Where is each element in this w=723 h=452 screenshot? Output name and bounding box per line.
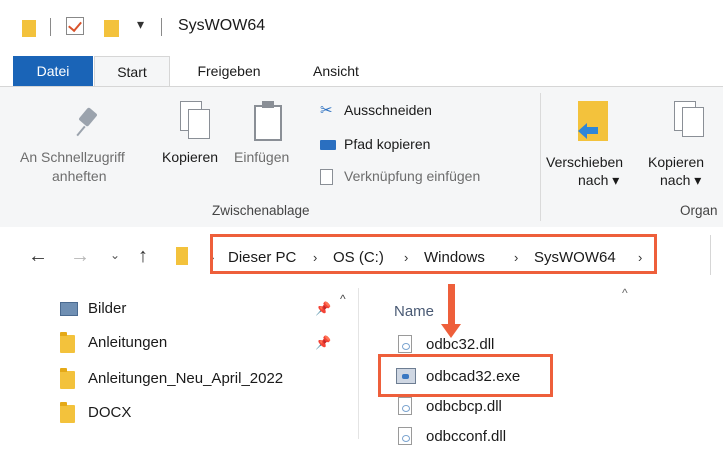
annotation-arrow-shaft [448, 284, 455, 326]
folder-icon [60, 332, 75, 353]
pin-icon [76, 107, 98, 139]
cut-button[interactable]: ✂ Ausschneiden [318, 101, 468, 123]
copy-label: Kopieren [162, 149, 219, 165]
forward-arrow-icon[interactable]: → [70, 245, 90, 268]
tab-datei[interactable]: Datei [13, 56, 93, 86]
tab-ansicht[interactable]: Ansicht [294, 56, 378, 86]
copy-path-label: Pfad kopieren [344, 136, 431, 152]
ribbon: An Schnellzugriff anheften Kopieren Einf… [0, 86, 723, 228]
new-folder-icon[interactable] [104, 17, 119, 37]
file-name: odbcconf.dll [426, 428, 507, 445]
tab-start[interactable]: Start [94, 56, 170, 87]
properties-icon[interactable] [66, 17, 84, 35]
sort-indicator-icon: ^ [622, 286, 628, 300]
nav-item-label: Bilder [88, 300, 127, 317]
file-name: odbcbcp.dll [426, 398, 502, 415]
tab-freigeben[interactable]: Freigeben [180, 56, 278, 86]
recent-locations-icon[interactable]: ⌄ [110, 248, 120, 262]
nav-item-label: Anleitungen_Neu_April_2022 [88, 370, 284, 387]
nav-item-label: DOCX [88, 404, 132, 421]
folder-icon[interactable] [22, 17, 36, 37]
organize-group-label: Organ [680, 203, 718, 218]
nav-item-label: Anleitungen [88, 334, 168, 351]
folder-icon [60, 368, 75, 389]
folder-icon [60, 402, 75, 423]
dll-file-icon [398, 397, 412, 415]
customize-quick-access-icon[interactable]: ▾ [137, 16, 144, 33]
copy-to-icon [674, 101, 704, 141]
pin-to-quick-access-button[interactable]: An Schnellzugriff anheften [20, 97, 160, 197]
pin-label-line1: An Schnellzugriff [20, 149, 125, 165]
ribbon-tabs: Datei Start Freigeben Ansicht [0, 56, 723, 87]
separator [161, 18, 162, 36]
pane-divider[interactable] [358, 288, 359, 439]
title-bar: ▾ SysWOW64 [0, 0, 723, 56]
nav-item-anleitungen[interactable]: Anleitungen 📌 [60, 328, 340, 358]
address-highlight-box [210, 234, 657, 274]
scissors-icon: ✂ [320, 102, 333, 119]
move-to-label-line1: Verschieben [546, 154, 624, 170]
clipboard-icon [254, 101, 284, 141]
file-name: odbc32.dll [426, 336, 495, 353]
clipboard-group-label: Zwischenablage [212, 203, 310, 218]
paste-button[interactable]: Einfügen [234, 97, 310, 187]
nav-item-anleitungen-neu[interactable]: Anleitungen_Neu_April_2022 [60, 364, 340, 394]
copy-to-label-line1: Kopieren [648, 154, 705, 170]
paste-shortcut-button[interactable]: Verknüpfung einfügen [318, 167, 528, 189]
dll-file-icon [398, 335, 412, 353]
pin-label-line2: anheften [52, 168, 107, 184]
address-bar-divider [710, 235, 711, 275]
pin-icon[interactable]: 📌 [315, 335, 331, 351]
pictures-icon [60, 302, 78, 316]
nav-item-docx[interactable]: DOCX [60, 398, 340, 428]
copy-path-button[interactable]: Pfad kopieren [318, 135, 468, 157]
column-header-name[interactable]: Name [394, 303, 434, 320]
window-title: SysWOW64 [178, 17, 266, 34]
group-divider [540, 93, 541, 221]
copy-path-icon [320, 140, 336, 150]
exe-highlight-box [378, 354, 553, 397]
copy-button[interactable]: Kopieren [160, 97, 232, 187]
pin-icon[interactable]: 📌 [315, 301, 331, 317]
shortcut-icon [320, 169, 333, 185]
navigation-bar: ← → ⌄ ↑ › Dieser PC › OS (C:) › Windows … [0, 227, 723, 287]
move-to-label-line2: nach ▾ [578, 172, 620, 188]
scroll-up-icon[interactable]: ^ [340, 292, 346, 306]
copy-icon [180, 101, 210, 141]
separator [50, 18, 51, 36]
copy-to-button[interactable]: Kopieren nach ▾ [646, 97, 723, 197]
move-to-icon [578, 101, 612, 143]
paste-label: Einfügen [234, 149, 290, 165]
annotation-arrow-icon [441, 324, 461, 338]
cut-label: Ausschneiden [344, 102, 432, 118]
up-arrow-icon[interactable]: ↑ [138, 245, 148, 268]
dll-file-icon [398, 427, 412, 445]
move-to-button[interactable]: Verschieben nach ▾ [546, 97, 642, 197]
address-folder-icon [176, 247, 188, 265]
back-arrow-icon[interactable]: ← [28, 245, 48, 268]
nav-item-bilder[interactable]: Bilder 📌 [60, 294, 340, 324]
navigation-pane: Bilder 📌 Anleitungen 📌 Anleitungen_Neu_A… [0, 288, 360, 439]
copy-to-label-line2: nach ▾ [660, 172, 702, 188]
paste-shortcut-label: Verknüpfung einfügen [344, 168, 481, 184]
